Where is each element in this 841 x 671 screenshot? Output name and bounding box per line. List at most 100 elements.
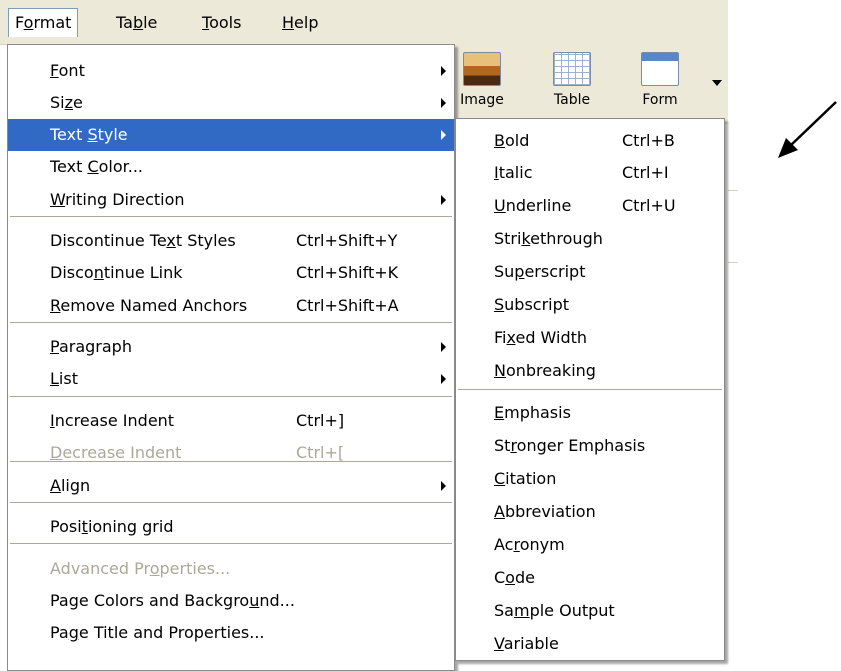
format-menu-item-discontinue-text-styles[interactable]: Discontinue Text Styles Ctrl+Shift+Y (8, 225, 454, 257)
text-style-item-subscript[interactable]: Subscript (456, 289, 724, 321)
toolbar-table-button[interactable]: Table (544, 52, 600, 108)
text-style-submenu: Bold Ctrl+B Italic Ctrl+I Underline Ctrl+U Str… (455, 118, 725, 661)
menu-item-label: Citation (494, 469, 557, 488)
menu-item-label: List (50, 369, 78, 388)
menu-separator (10, 322, 452, 324)
menu-item-label: Sample Output (494, 601, 615, 620)
menu-item-label: Abbreviation (494, 502, 596, 521)
menu-item-label: Underline (494, 196, 572, 215)
menu-item-label: Font (50, 61, 85, 80)
divider (728, 262, 738, 263)
format-menu: Font Size Text Style Text Color... Writing D… (7, 44, 455, 671)
menu-item-label: Increase Indent (50, 411, 175, 430)
menu-separator (10, 396, 452, 398)
menu-item-label: Discontinue Link (50, 263, 183, 282)
text-style-item-code[interactable]: Code (456, 562, 724, 594)
menu-item-label: Italic (494, 163, 533, 182)
format-menu-item-remove-named-anchors[interactable]: Remove Named Anchors Ctrl+Shift+A (8, 290, 454, 322)
menu-separator (10, 543, 452, 545)
text-style-item-fixed-width[interactable]: Fixed Width (456, 322, 724, 354)
menu-item-shortcut: Ctrl+Shift+A (296, 296, 399, 315)
text-style-item-citation[interactable]: Citation (456, 463, 724, 495)
menu-item-label: Fixed Width (494, 328, 588, 347)
text-style-item-bold[interactable]: Bold Ctrl+B (456, 125, 724, 157)
format-menu-item-advanced-properties[interactable]: Advanced Properties... (8, 553, 454, 585)
format-menu-item-page-title-and-properties[interactable]: Page Title and Properties... (8, 617, 454, 649)
submenu-arrow-icon (441, 195, 446, 205)
table-icon (553, 52, 591, 86)
menu-item-label: Remove Named Anchors (50, 296, 248, 315)
text-style-item-underline[interactable]: Underline Ctrl+U (456, 190, 724, 222)
menu-item-shortcut: Ctrl+I (622, 163, 669, 182)
toolbar-form-button[interactable]: Form (632, 52, 688, 108)
text-style-item-stronger-emphasis[interactable]: Stronger Emphasis (456, 430, 724, 462)
text-style-item-sample-output[interactable]: Sample Output (456, 595, 724, 627)
format-menu-item-list[interactable]: List (8, 363, 454, 395)
menu-item-label: Bold (494, 131, 530, 150)
pointer-arrow-icon (778, 101, 837, 158)
menu-item-label: Text Style (50, 125, 128, 144)
format-menu-item-page-colors-and-background[interactable]: Page Colors and Background... (8, 585, 454, 617)
text-style-item-abbreviation[interactable]: Abbreviation (456, 496, 724, 528)
menu-item-label: Page Colors and Background... (50, 591, 295, 610)
form-icon (641, 52, 679, 86)
text-style-item-emphasis[interactable]: Emphasis (456, 397, 724, 429)
menu-item-label: Page Title and Properties... (50, 623, 265, 642)
toolbar: Image Table Form (452, 44, 728, 124)
toolbar-image-button[interactable]: Image (454, 52, 510, 108)
format-menu-item-text-color[interactable]: Text Color... (8, 151, 454, 183)
format-menu-item-discontinue-link[interactable]: Discontinue Link Ctrl+Shift+K (8, 257, 454, 289)
menu-help[interactable]: Help (276, 9, 324, 37)
format-menu-item-writing-direction[interactable]: Writing Direction (8, 184, 454, 216)
menu-item-label: Nonbreaking (494, 361, 596, 380)
format-menu-item-positioning-grid[interactable]: Positioning grid (8, 511, 454, 543)
menu-bar: Format Table Tools Help (0, 0, 728, 45)
submenu-arrow-icon (441, 66, 446, 76)
text-style-item-italic[interactable]: Italic Ctrl+I (456, 157, 724, 189)
menu-item-label: Emphasis (494, 403, 571, 422)
menu-item-label: Discontinue Text Styles (50, 231, 236, 250)
format-menu-item-decrease-indent[interactable]: Decrease Indent Ctrl+[ (8, 437, 454, 469)
menu-item-label: Code (494, 568, 535, 587)
menu-separator (10, 216, 452, 218)
menu-item-label: Positioning grid (50, 517, 174, 536)
format-menu-item-font[interactable]: Font (8, 55, 454, 87)
toolbar-overflow-chevron-icon[interactable] (712, 80, 722, 86)
menu-item-label: Text Color... (50, 157, 144, 176)
menu-table[interactable]: Table (110, 9, 163, 37)
menu-item-label: Superscript (494, 262, 586, 281)
menu-item-shortcut: Ctrl+] (296, 411, 345, 430)
text-style-item-nonbreaking[interactable]: Nonbreaking (456, 355, 724, 387)
menu-tools[interactable]: Tools (196, 9, 247, 37)
submenu-arrow-icon (441, 374, 446, 384)
menu-item-shortcut: Ctrl+B (622, 131, 675, 150)
menu-item-label: Decrease Indent (50, 443, 182, 462)
menu-item-label: Stronger Emphasis (494, 436, 646, 455)
format-menu-item-paragraph[interactable]: Paragraph (8, 331, 454, 363)
menu-item-label: Subscript (494, 295, 570, 314)
menu-item-shortcut: Ctrl+[ (296, 443, 345, 462)
menu-format[interactable]: Format (8, 8, 79, 37)
submenu-arrow-icon (441, 130, 446, 140)
menu-item-label: Size (50, 93, 83, 112)
menu-item-label: Align (50, 476, 91, 495)
menu-item-shortcut: Ctrl+Shift+K (296, 263, 399, 282)
submenu-arrow-icon (441, 342, 446, 352)
menu-item-label: Acronym (494, 535, 565, 554)
format-menu-item-align[interactable]: Align (8, 470, 454, 502)
format-menu-item-increase-indent[interactable]: Increase Indent Ctrl+] (8, 405, 454, 437)
menu-separator (10, 502, 452, 504)
menu-item-label: Writing Direction (50, 190, 185, 209)
format-menu-item-size[interactable]: Size (8, 87, 454, 119)
format-menu-item-text-style[interactable]: Text Style (8, 119, 454, 151)
menu-item-label: Variable (494, 634, 559, 653)
text-style-item-strikethrough[interactable]: Strikethrough (456, 223, 724, 255)
text-style-item-superscript[interactable]: Superscript (456, 256, 724, 288)
text-style-item-acronym[interactable]: Acronym (456, 529, 724, 561)
menu-item-shortcut: Ctrl+U (622, 196, 676, 215)
submenu-arrow-icon (441, 481, 446, 491)
divider (728, 190, 738, 191)
menu-item-shortcut: Ctrl+Shift+Y (296, 231, 398, 250)
text-style-item-variable[interactable]: Variable (456, 628, 724, 660)
submenu-arrow-icon (441, 98, 446, 108)
